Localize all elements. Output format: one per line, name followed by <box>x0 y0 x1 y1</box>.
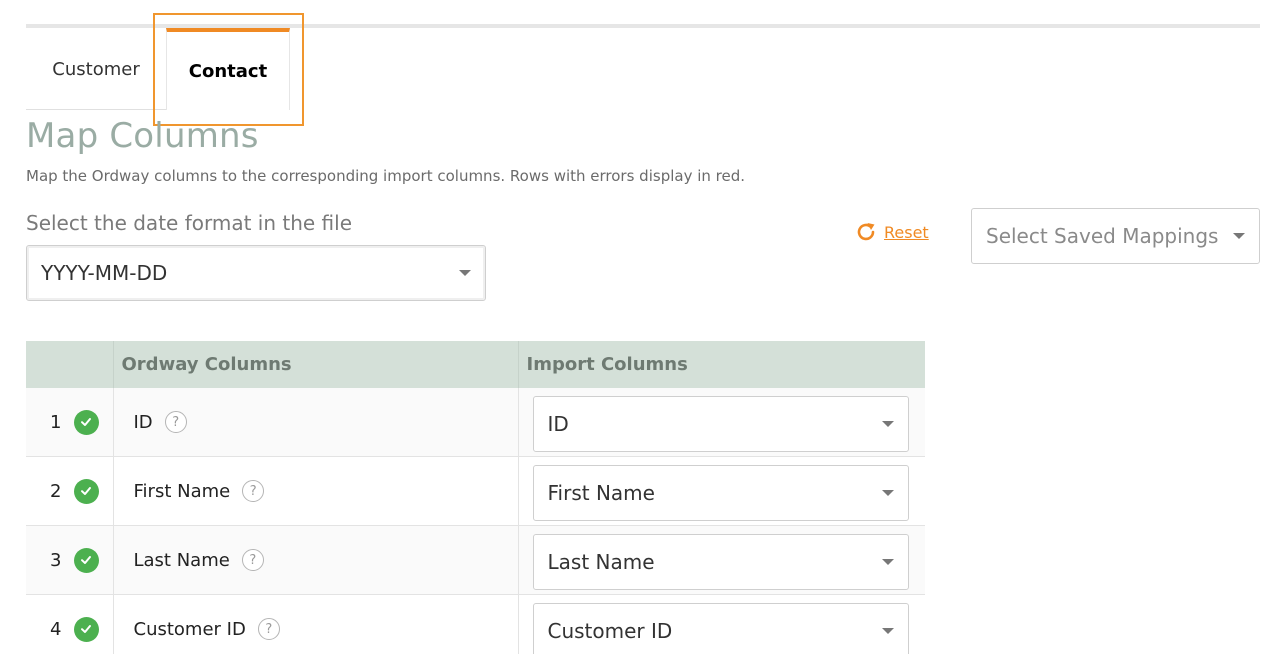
table-row: 3 Last Name ? Last Name <box>26 525 925 595</box>
saved-mappings-select[interactable]: Select Saved Mappings <box>971 208 1260 264</box>
tab-bar: Customer Contact <box>26 28 1260 110</box>
import-column-select[interactable]: Last Name <box>532 534 909 590</box>
table-header-row: Ordway Columns Import Columns <box>26 341 925 388</box>
row-number: 1 <box>50 411 62 433</box>
chevron-down-icon <box>881 490 894 496</box>
page-title: Map Columns <box>26 116 259 156</box>
ordway-column-name: Customer ID <box>133 618 246 640</box>
help-icon[interactable]: ? <box>257 618 280 640</box>
reset-label: Reset <box>884 222 929 242</box>
date-format-value: YYYY-MM-DD <box>41 261 168 285</box>
table-row: 2 First Name ? First Name <box>26 456 925 526</box>
ordway-column-name: Last Name <box>133 549 230 571</box>
check-circle-icon <box>73 478 99 504</box>
date-format-label: Select the date format in the file <box>26 211 353 235</box>
import-column-select[interactable]: ID <box>532 396 909 452</box>
page-description: Map the Ordway columns to the correspond… <box>26 167 746 185</box>
refresh-icon <box>857 223 875 241</box>
check-circle-icon <box>73 616 99 642</box>
row-number: 3 <box>50 549 62 571</box>
column-mapping-table: Ordway Columns Import Columns 1 ID ? ID … <box>26 341 925 654</box>
table-row: 4 Customer ID ? Customer ID <box>26 594 925 654</box>
help-icon[interactable]: ? <box>164 411 187 433</box>
ordway-column-name: ID <box>133 411 153 433</box>
chevron-down-icon <box>881 628 894 634</box>
import-column-value: First Name <box>547 481 655 505</box>
import-column-value: ID <box>547 412 569 436</box>
ordway-column-name: First Name <box>133 480 231 502</box>
tab-contact[interactable]: Contact <box>166 28 290 110</box>
date-format-select[interactable]: YYYY-MM-DD <box>26 245 486 301</box>
check-circle-icon <box>73 547 99 573</box>
header-number <box>26 341 114 388</box>
tab-customer[interactable]: Customer <box>26 28 166 110</box>
help-icon[interactable]: ? <box>241 549 264 571</box>
chevron-down-icon <box>1233 233 1245 239</box>
table-row: 1 ID ? ID <box>26 388 925 457</box>
row-number: 4 <box>50 618 62 640</box>
chevron-down-icon <box>881 421 894 427</box>
import-column-value: Last Name <box>547 550 655 574</box>
chevron-down-icon <box>881 559 894 565</box>
import-column-select[interactable]: Customer ID <box>532 603 909 654</box>
import-column-select[interactable]: First Name <box>532 465 909 521</box>
check-circle-icon <box>73 409 99 435</box>
reset-button[interactable]: Reset <box>854 220 929 244</box>
row-number: 2 <box>50 480 62 502</box>
help-icon[interactable]: ? <box>242 480 265 502</box>
saved-mappings-placeholder: Select Saved Mappings <box>986 224 1219 248</box>
header-ordway-columns: Ordway Columns <box>113 341 519 388</box>
header-import-columns: Import Columns <box>518 341 925 388</box>
tab-baseline <box>26 109 166 110</box>
import-column-value: Customer ID <box>547 619 673 643</box>
chevron-down-icon <box>459 270 471 276</box>
